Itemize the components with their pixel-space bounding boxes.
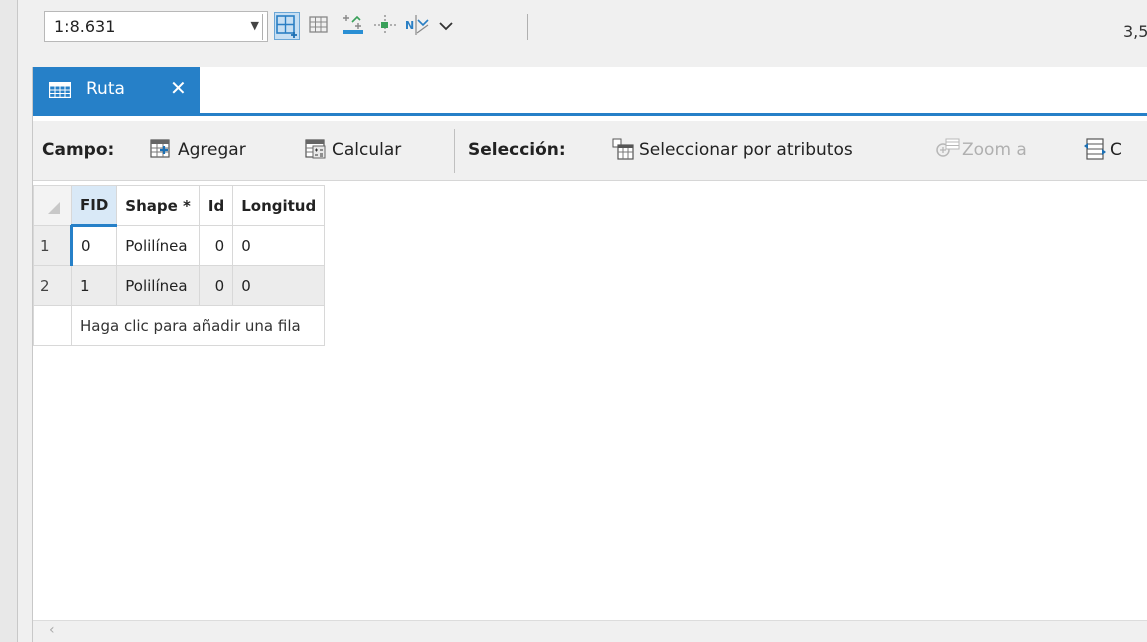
zoom-to-icon[interactable] [935,138,961,164]
snap-settings-icon[interactable] [340,12,366,40]
row-number[interactable]: 1 [33,225,73,266]
tab-label: Ruta [86,79,125,99]
scroll-left-icon[interactable]: ‹ [49,622,55,638]
column-header-id[interactable]: Id [198,185,234,226]
calculate-field-button[interactable]: Calcular [332,140,401,160]
zoom-to-button[interactable]: Zoom a [962,140,1027,160]
tab-underline [33,113,1147,116]
map-toolbar: 1:8.631 ▼ N 3,5 [18,8,1147,48]
row-number[interactable]: 2 [33,265,72,306]
select-by-attributes-icon[interactable] [612,138,634,164]
calculate-field-icon[interactable] [305,138,327,164]
attribute-grid: FID Shape * Id Longitud 1 0 Polilínea 0 … [33,185,326,346]
svg-text:N: N [405,19,414,32]
selection-label: Selección: [468,140,566,160]
chevron-down-icon[interactable] [436,12,462,40]
toolbar-separator [267,14,268,40]
attribute-table-pane: Ruta ✕ Campo: Agregar Calcular Selección… [32,67,1147,642]
dropdown-arrow-icon[interactable]: ▼ [251,19,259,32]
coordinate-readout: 3,59 [1123,22,1147,41]
guide-icon[interactable] [372,12,398,40]
field-label: Campo: [42,140,115,160]
cell-fid[interactable]: 0 [70,225,118,266]
toolbar-separator [262,14,263,40]
toolbar-separator [527,14,528,40]
close-icon[interactable]: ✕ [170,76,187,100]
column-header-fid[interactable]: FID [70,185,118,227]
table-icon [48,81,72,102]
left-panel-edge [0,0,18,642]
cell-fid[interactable]: 1 [70,265,118,306]
add-field-button[interactable]: Agregar [178,140,246,160]
table-toolbar: Campo: Agregar Calcular Selección: Selec… [33,121,1147,181]
cell-shape[interactable]: Polilínea [116,265,200,306]
scale-combobox[interactable]: 1:8.631 ▼ [44,11,268,42]
cell-shape[interactable]: Polilínea [116,225,200,266]
select-by-attributes-button[interactable]: Seleccionar por atributos [639,140,853,160]
cell-id[interactable]: 0 [198,265,234,306]
select-all-corner[interactable] [33,185,72,226]
grid-snap-icon[interactable] [274,12,300,40]
switch-selection-button[interactable]: C [1110,140,1122,160]
cell-longitud[interactable]: 0 [232,265,326,306]
north-arrow-icon[interactable]: N [404,12,430,40]
add-row-prompt[interactable]: Haga clic para añadir una fila [70,305,326,346]
table-row[interactable]: 2 1 Polilínea 0 0 [33,265,326,306]
tab-ruta[interactable]: Ruta ✕ [33,67,200,113]
cell-longitud[interactable]: 0 [232,225,326,266]
row-number [33,305,72,346]
toolbar-separator [454,129,455,173]
column-header-shape[interactable]: Shape * [116,185,200,226]
scale-value: 1:8.631 [54,17,116,36]
table-row[interactable]: 1 0 Polilínea 0 0 [33,225,326,266]
table-grid-icon[interactable] [307,12,333,40]
horizontal-scrollbar[interactable]: ‹ [33,620,1147,642]
switch-selection-icon[interactable] [1083,138,1107,164]
cell-id[interactable]: 0 [198,225,234,266]
header-row: FID Shape * Id Longitud [33,185,326,227]
add-row[interactable]: Haga clic para añadir una fila [33,305,326,346]
add-field-icon[interactable] [150,138,172,164]
column-header-longitud[interactable]: Longitud [232,185,326,226]
